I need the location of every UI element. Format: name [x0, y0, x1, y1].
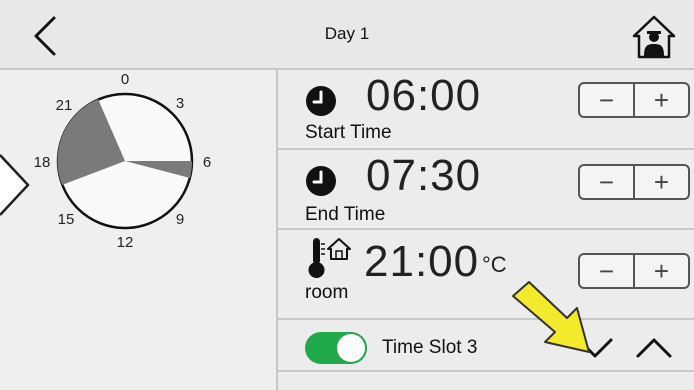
clock-label-9: 9 — [176, 211, 184, 228]
decrement-button[interactable]: − — [580, 166, 633, 198]
temperature-unit: °C — [482, 252, 507, 277]
page-title: Day 1 — [324, 24, 370, 43]
start-time-stepper: − + — [578, 82, 690, 118]
schedule-clock-panel: 0 3 6 9 12 15 18 21 — [0, 70, 278, 390]
clock-icon — [306, 166, 336, 196]
clock-label-15: 15 — [58, 211, 75, 228]
start-time-label: Start Time — [305, 122, 392, 143]
clock-label-12: 12 — [117, 234, 134, 251]
clock-label-3: 3 — [176, 95, 184, 112]
annotation-arrow-icon — [512, 281, 590, 353]
bottom-strip — [278, 372, 694, 390]
toggle-knob — [337, 334, 365, 362]
temperature-label: room — [305, 282, 349, 303]
decrement-button[interactable]: − — [580, 84, 633, 116]
clock-icon — [306, 86, 336, 116]
left-pointer-icon — [0, 154, 30, 216]
chevron-up-icon[interactable] — [632, 330, 676, 366]
header-bar: Day 1 — [0, 0, 694, 70]
time-slot-row: Time Slot 3 — [278, 320, 694, 372]
start-time-row: 06:00 Start Time − + — [278, 70, 694, 150]
thermometer-home-icon — [308, 238, 351, 278]
temperature-row: 21:00 °C room − + — [278, 230, 694, 320]
end-time-label: End Time — [305, 204, 386, 225]
clock-label-21: 21 — [56, 97, 73, 114]
end-time-value: 07:30 — [366, 151, 482, 200]
time-slot-label: Time Slot 3 — [382, 337, 478, 358]
end-time-row: 07:30 End Time − + — [278, 150, 694, 230]
schedule-clock: 0 3 6 9 12 15 18 21 — [34, 71, 212, 251]
home-person-icon[interactable] — [631, 14, 677, 60]
temperature-value: 21:00 — [364, 237, 480, 286]
end-time-stepper: − + — [578, 164, 690, 200]
clock-label-6: 6 — [203, 154, 211, 171]
start-time-value: 06:00 — [366, 71, 482, 120]
time-slot-toggle[interactable] — [305, 332, 367, 364]
increment-button[interactable]: + — [635, 166, 688, 198]
clock-label-18: 18 — [34, 154, 51, 171]
increment-button[interactable]: + — [635, 255, 688, 287]
increment-button[interactable]: + — [635, 84, 688, 116]
clock-label-0: 0 — [121, 71, 129, 88]
